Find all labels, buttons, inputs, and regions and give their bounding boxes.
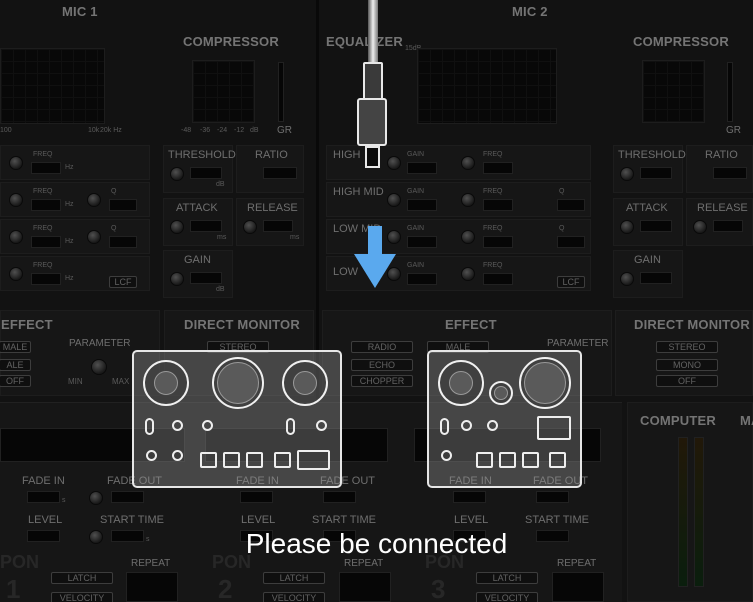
fader-icon: [537, 416, 571, 440]
pad-icon: [223, 452, 240, 468]
usb-cable: [368, 0, 378, 64]
led-icon: [316, 420, 327, 431]
pad-icon: [522, 452, 539, 468]
knob-icon: [519, 357, 571, 409]
switch-icon: [145, 418, 154, 435]
pad-icon: [499, 452, 516, 468]
switch-icon: [440, 418, 449, 435]
knob-icon: [438, 360, 484, 406]
device-right-icon: [427, 350, 582, 488]
knob-icon: [212, 357, 264, 409]
knob-icon: [282, 360, 328, 406]
knob-icon: [489, 381, 513, 405]
pad-icon: [476, 452, 493, 468]
usb-plug-body: [363, 62, 383, 100]
switch-icon: [286, 418, 295, 435]
led-icon: [202, 420, 213, 431]
device-left-icon: [132, 350, 342, 488]
arrow-down-icon: [354, 226, 396, 288]
connection-message: Please be connected: [245, 528, 508, 559]
led-icon: [441, 450, 452, 461]
usb-plug-housing: [357, 98, 387, 146]
pad-icon: [246, 452, 263, 468]
led-icon: [487, 420, 498, 431]
usb-plug-tip: [365, 146, 380, 168]
led-icon: [172, 450, 183, 461]
pad-icon: [200, 452, 217, 468]
fader-icon: [297, 450, 330, 470]
led-icon: [172, 420, 183, 431]
pad-icon: [549, 452, 566, 468]
led-icon: [146, 450, 157, 461]
pad-icon: [274, 452, 291, 468]
knob-icon: [143, 360, 189, 406]
led-icon: [461, 420, 472, 431]
